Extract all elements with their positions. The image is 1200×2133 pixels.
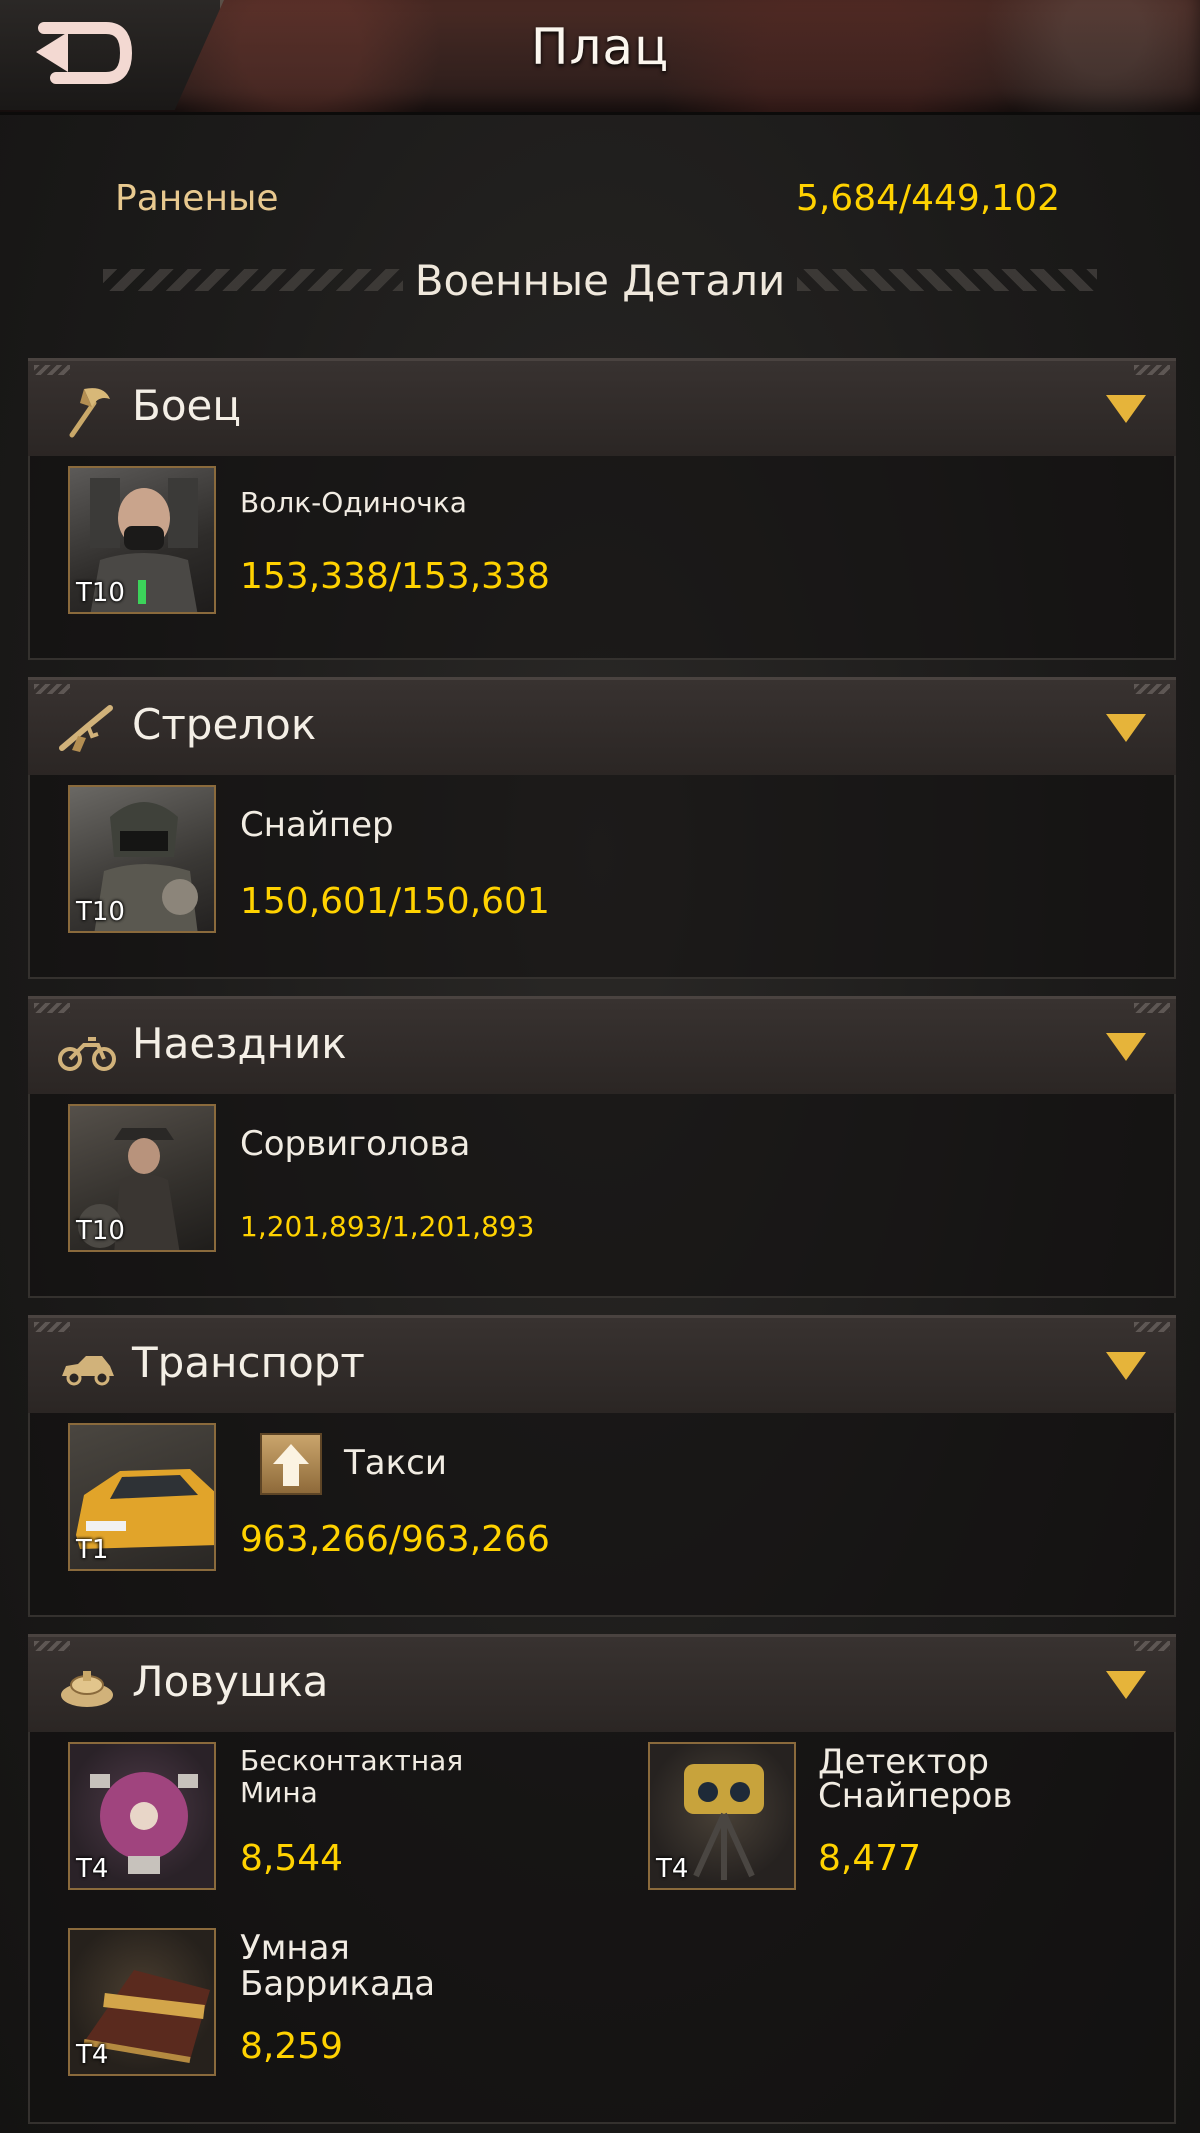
unit-card[interactable]: T4 Детектор Снайперов 8,477 <box>648 1742 1148 1892</box>
rifle-icon <box>59 705 113 752</box>
page-title: Плац <box>530 18 670 76</box>
unit-count: 150,601/150,601 <box>240 881 550 922</box>
category-title: Наездник <box>132 1019 347 1068</box>
tier-badge: T4 <box>76 2040 109 2070</box>
tier-progress-bar <box>138 580 146 604</box>
mine-icon <box>61 1671 113 1707</box>
tier-badge: T10 <box>76 897 125 927</box>
heading-stripes-right <box>797 269 1098 291</box>
unit-count: 8,259 <box>240 2026 344 2067</box>
unit-name: Волк-Одиночка <box>240 486 467 519</box>
unit-portrait: T10 <box>68 466 216 614</box>
unit-card[interactable]: T4 Умная Баррикада 8,259 <box>68 1928 608 2078</box>
unit-portrait: T4 <box>68 1742 216 1890</box>
unit-name: Снайпер <box>240 805 394 845</box>
wounded-label: Раненые <box>115 178 279 219</box>
unit-name-line2: Снайперов <box>818 1776 1013 1816</box>
heading-stripes-left <box>102 269 403 291</box>
unit-card[interactable]: T10 Снайпер 150,601/150,601 <box>68 785 1118 935</box>
motorcycle-icon <box>58 1037 116 1071</box>
category-title: Ловушка <box>132 1657 329 1706</box>
tier-badge: T4 <box>656 1854 689 1884</box>
category-title: Транспорт <box>132 1338 365 1387</box>
unit-name-line1: Бесконтактная <box>240 1744 464 1777</box>
tier-badge: T4 <box>76 1854 109 1884</box>
chevron-down-icon[interactable] <box>1106 1352 1146 1380</box>
chevron-down-icon[interactable] <box>1106 1033 1146 1061</box>
unit-portrait: T10 <box>68 785 216 933</box>
unit-card[interactable]: T10 Волк-Одиночка 153,338/153,338 <box>68 466 1118 616</box>
tier-badge: T10 <box>76 1216 125 1246</box>
upgrade-arrow-icon <box>273 1444 309 1486</box>
unit-name: Такси <box>344 1443 447 1483</box>
category-panel-rider: Наездник T10 Сорвиголова 1,201,893/1,201… <box>28 996 1176 1298</box>
section-title: Военные Детали <box>414 255 786 305</box>
unit-name: Сорвиголова <box>240 1124 471 1164</box>
unit-card[interactable]: T1 Такси 963,266/963,266 <box>68 1423 1118 1573</box>
section-heading: Военные Детали <box>100 250 1100 310</box>
unit-portrait: T4 <box>648 1742 796 1890</box>
unit-card[interactable]: T4 Бесконтактная Мина 8,544 <box>68 1742 608 1892</box>
unit-card[interactable]: T10 Сорвиголова 1,201,893/1,201,893 <box>68 1104 1118 1254</box>
unit-count: 8,544 <box>240 1838 344 1879</box>
category-header-rider[interactable]: Наездник <box>28 996 1176 1094</box>
unit-name-line1: Умная <box>240 1928 350 1968</box>
category-panel-fighter: Боец T10 Волк-Одиночка 153,338/153,338 <box>28 358 1176 660</box>
axe-icon <box>69 388 110 438</box>
tier-badge: T1 <box>76 1535 109 1565</box>
chevron-down-icon[interactable] <box>1106 714 1146 742</box>
unit-name-line2: Баррикада <box>240 1964 436 2004</box>
category-header-shooter[interactable]: Стрелок <box>28 677 1176 775</box>
unit-count: 963,266/963,266 <box>240 1519 550 1560</box>
car-icon <box>62 1356 114 1386</box>
upgrade-button[interactable] <box>260 1433 322 1495</box>
unit-count: 153,338/153,338 <box>240 556 550 597</box>
category-title: Боец <box>132 381 241 430</box>
chevron-down-icon[interactable] <box>1106 395 1146 423</box>
unit-count: 1,201,893/1,201,893 <box>240 1210 535 1243</box>
category-panel-trap: Ловушка T4 Бесконтактная Мина 8,544 T4 Д… <box>28 1634 1176 2124</box>
unit-portrait: T1 <box>68 1423 216 1571</box>
category-header-trap[interactable]: Ловушка <box>28 1634 1176 1732</box>
unit-count: 8,477 <box>818 1838 922 1879</box>
unit-portrait: T4 <box>68 1928 216 2076</box>
chevron-down-icon[interactable] <box>1106 1671 1146 1699</box>
category-header-transport[interactable]: Транспорт <box>28 1315 1176 1413</box>
top-bar: Плац <box>0 0 1200 115</box>
category-panel-shooter: Стрелок T10 Снайпер 150,601/150,601 <box>28 677 1176 979</box>
unit-name-line2: Мина <box>240 1776 318 1809</box>
category-title: Стрелок <box>132 700 317 749</box>
wounded-value: 5,684/449,102 <box>795 178 1060 219</box>
unit-portrait: T10 <box>68 1104 216 1252</box>
tier-badge: T10 <box>76 578 125 608</box>
category-header-fighter[interactable]: Боец <box>28 358 1176 456</box>
category-panel-transport: Транспорт T1 Такси 963,266/963,266 <box>28 1315 1176 1617</box>
